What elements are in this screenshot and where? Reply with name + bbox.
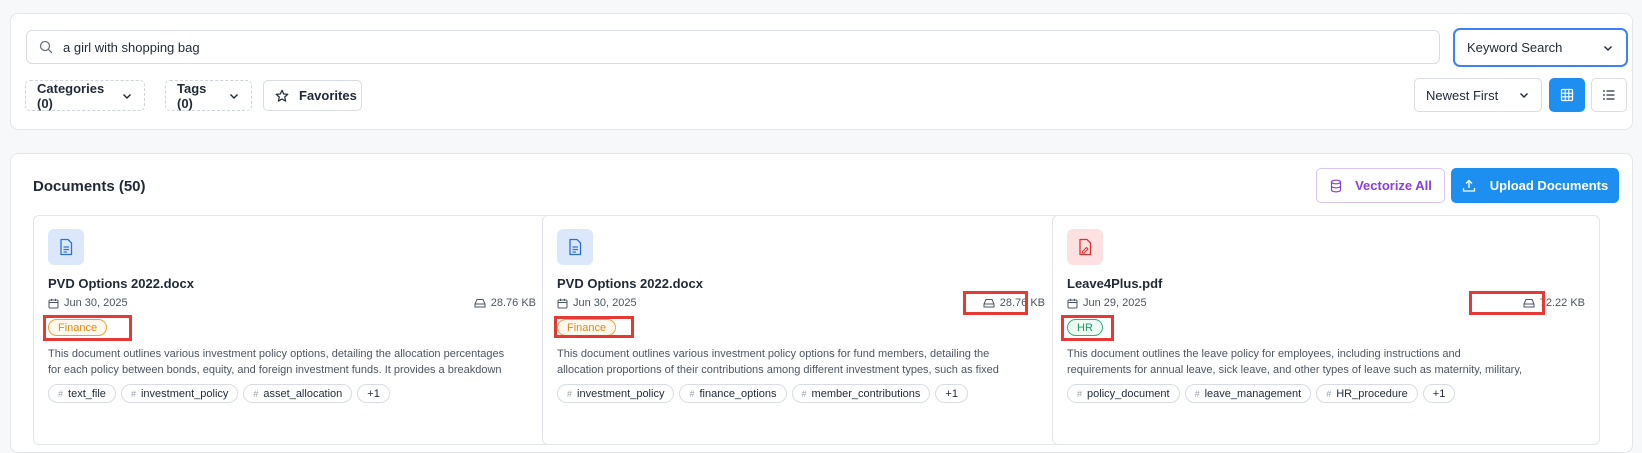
document-date: Jun 30, 2025 (557, 297, 637, 309)
tag-chip[interactable]: # HR_procedure (1316, 384, 1418, 403)
search-box[interactable] (26, 30, 1440, 64)
hash-icon: # (801, 388, 807, 399)
search-icon (39, 40, 53, 54)
hash-icon: # (1194, 388, 1200, 399)
document-date-text: Jun 29, 2025 (1083, 297, 1147, 309)
document-date: Jun 29, 2025 (1067, 297, 1147, 309)
hash-icon: # (1326, 388, 1332, 399)
sort-label: Newest First (1426, 87, 1499, 103)
highlight-box (554, 316, 634, 338)
tag-chip[interactable]: # finance_options (679, 384, 787, 403)
tag-chip[interactable]: # leave_management (1184, 384, 1312, 403)
tag-label: finance_options (699, 387, 777, 400)
chevron-down-icon (1602, 42, 1614, 54)
highlight-box (43, 315, 132, 341)
highlight-box (963, 291, 1028, 315)
hard-drive-icon (474, 298, 486, 308)
tag-chip[interactable]: # policy_document (1067, 384, 1180, 403)
star-icon (275, 89, 289, 103)
favorites-button[interactable]: Favorites (263, 80, 362, 111)
document-description: This document outlines various investmen… (48, 348, 505, 376)
tag-list: # investment_policy # finance_options # mem… (557, 384, 968, 403)
highlight-box (1469, 291, 1545, 315)
list-icon (1602, 88, 1616, 102)
vectorize-all-label: Vectorize All (1355, 178, 1432, 193)
tag-chip[interactable]: # investment_policy (120, 384, 239, 403)
more-tags-chip[interactable]: +1 (357, 384, 390, 403)
document-name[interactable]: PVD Options 2022.docx (48, 276, 194, 291)
search-mode-label: Keyword Search (1467, 40, 1563, 55)
vectorize-all-button[interactable]: Vectorize All (1316, 168, 1445, 203)
tag-list: # policy_document # leave_management # HR_p… (1067, 384, 1456, 403)
document-card[interactable]: PVD Options 2022.docx Jun 30, 2025 28.76… (33, 215, 551, 445)
grid-view-button[interactable] (1549, 78, 1585, 112)
tag-chip[interactable]: # text_file (48, 384, 116, 403)
docx-file-icon (557, 229, 593, 265)
document-description: This document outlines various investmen… (557, 348, 999, 376)
calendar-icon (1067, 298, 1078, 309)
documents-title: Documents (50) (33, 178, 146, 195)
document-size-text: 28.76 KB (490, 297, 536, 309)
categories-filter-button[interactable]: Categories (0) (25, 80, 145, 111)
hash-icon: # (689, 388, 695, 399)
tag-chip[interactable]: # investment_policy (557, 384, 675, 403)
calendar-icon (48, 298, 59, 309)
search-mode-select[interactable]: Keyword Search (1453, 28, 1628, 67)
tag-label: investment_policy (140, 387, 229, 400)
highlight-box (1061, 315, 1114, 341)
tag-chip[interactable]: # member_contributions (791, 384, 931, 403)
tag-label: investment_policy (577, 387, 665, 400)
favorites-label: Favorites (299, 88, 357, 103)
document-size-text: 72.22 KB (1539, 297, 1585, 309)
hash-icon: # (1077, 388, 1083, 399)
hash-icon: # (58, 388, 64, 399)
document-description: This document outlines the leave policy … (1067, 348, 1523, 376)
list-view-button[interactable] (1591, 78, 1627, 112)
tags-filter-label: Tags (0) (177, 80, 207, 111)
tag-label: asset_allocation (263, 387, 343, 400)
tag-label: HR_procedure (1336, 387, 1408, 400)
upload-documents-label: Upload Documents (1489, 178, 1609, 193)
document-date-text: Jun 30, 2025 (573, 297, 637, 309)
docx-file-icon (48, 229, 84, 265)
document-name[interactable]: Leave4Plus.pdf (1067, 276, 1162, 291)
tag-list: # text_file # investment_policy # asset_all… (48, 384, 390, 403)
tag-label: leave_management (1204, 387, 1302, 400)
tag-label: policy_document (1087, 387, 1170, 400)
sort-select[interactable]: Newest First (1414, 78, 1542, 112)
chevron-down-icon (1518, 89, 1530, 101)
calendar-icon (557, 298, 568, 309)
document-card[interactable]: Leave4Plus.pdf Jun 29, 2025 72.22 KB HR … (1052, 215, 1600, 445)
chevron-down-icon (121, 90, 133, 102)
more-tags-chip[interactable]: +1 (935, 384, 968, 403)
pdf-file-icon (1067, 229, 1103, 265)
documents-panel: Documents (50) Vectorize All Upload Docu… (10, 153, 1633, 453)
upload-icon (1462, 179, 1476, 193)
upload-documents-button[interactable]: Upload Documents (1451, 168, 1619, 203)
search-input[interactable] (63, 39, 1363, 55)
hash-icon: # (130, 388, 136, 399)
document-name[interactable]: PVD Options 2022.docx (557, 276, 703, 291)
tag-label: text_file (68, 387, 106, 400)
document-size: 28.76 KB (474, 297, 536, 309)
tags-filter-button[interactable]: Tags (0) (165, 80, 252, 111)
chevron-down-icon (228, 90, 240, 102)
categories-filter-label: Categories (0) (37, 80, 105, 111)
document-card[interactable]: PVD Options 2022.docx Jun 30, 2025 28.76… (542, 215, 1060, 445)
tag-label: member_contributions (811, 387, 921, 400)
database-icon (1329, 179, 1343, 193)
hash-icon: # (253, 388, 259, 399)
document-date-text: Jun 30, 2025 (64, 297, 128, 309)
search-filter-panel: Keyword Search Categories (0) Tags (0) F… (10, 13, 1633, 130)
hash-icon: # (567, 388, 573, 399)
grid-icon (1560, 88, 1574, 102)
more-tags-chip[interactable]: +1 (1422, 384, 1456, 403)
tag-chip[interactable]: # asset_allocation (243, 384, 353, 403)
document-date: Jun 30, 2025 (48, 297, 128, 309)
